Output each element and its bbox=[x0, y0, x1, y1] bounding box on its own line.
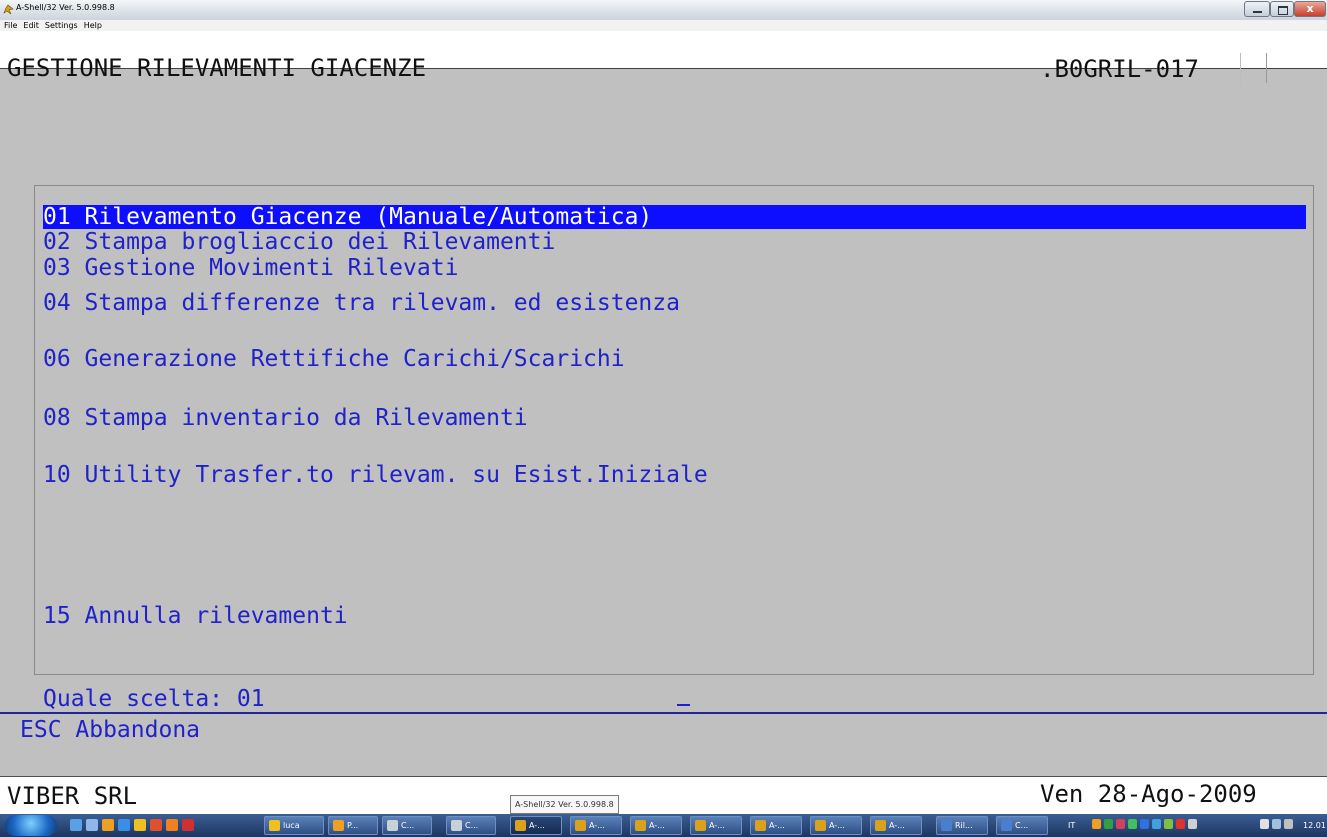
task-ashell-active[interactable]: A-... bbox=[510, 816, 562, 835]
bluetooth-icon[interactable] bbox=[1140, 819, 1149, 829]
app-icon bbox=[3, 4, 14, 15]
task-c2[interactable]: C... bbox=[446, 816, 496, 835]
monitor-icon[interactable] bbox=[1272, 819, 1281, 829]
menu-help[interactable]: Help bbox=[80, 20, 104, 31]
volume-icon[interactable] bbox=[1284, 819, 1293, 829]
taskbar: luca P... C... C... A-... A-... A-... A-… bbox=[0, 814, 1327, 837]
menu-option-15[interactable]: 15 Annulla rilevamenti bbox=[43, 604, 348, 628]
ashell-icon bbox=[815, 820, 826, 831]
company-name: VIBER SRL bbox=[7, 782, 138, 810]
minimize-button[interactable] bbox=[1244, 1, 1270, 17]
internet-explorer-icon[interactable] bbox=[118, 819, 130, 831]
ashell-icon bbox=[575, 820, 586, 831]
menu-bar: File Edit Settings Help bbox=[0, 20, 1327, 31]
document-icon bbox=[1001, 820, 1012, 831]
task-p[interactable]: P... bbox=[328, 816, 378, 835]
current-date: Ven 28-Ago-2009 bbox=[1040, 780, 1257, 808]
folder-icon[interactable] bbox=[134, 819, 146, 831]
menu-option-10[interactable]: 10 Utility Trasfer.to rilevam. su Esist.… bbox=[43, 463, 708, 487]
ashell-icon bbox=[875, 820, 886, 831]
status-bar: VIBER SRL A-Shell/32 Ver. 5.0.998.8 Ven … bbox=[0, 776, 1327, 815]
text-cursor bbox=[677, 704, 690, 706]
tooltip: A-Shell/32 Ver. 5.0.998.8 bbox=[510, 795, 619, 814]
tray-icon-1[interactable] bbox=[1092, 819, 1101, 829]
ashell-icon bbox=[755, 820, 766, 831]
task-ashell-6[interactable]: A-... bbox=[810, 816, 862, 835]
menu-option-03[interactable]: 03 Gestione Movimenti Rilevati bbox=[43, 256, 458, 280]
task-c1[interactable]: C... bbox=[382, 816, 432, 835]
menu-option-08[interactable]: 08 Stampa inventario da Rilevamenti bbox=[43, 406, 528, 430]
ashell-icon bbox=[515, 820, 526, 831]
start-button[interactable] bbox=[5, 815, 57, 836]
task-luca[interactable]: luca bbox=[264, 816, 324, 835]
console-icon bbox=[451, 820, 462, 831]
menu-option-06[interactable]: 06 Generazione Rettifiche Carichi/Scaric… bbox=[43, 347, 625, 371]
document-icon bbox=[941, 820, 952, 831]
menu-option-02[interactable]: 02 Stampa brogliaccio dei Rilevamenti bbox=[43, 230, 555, 254]
tray-icon-4[interactable] bbox=[1128, 819, 1137, 829]
ashell-icon bbox=[695, 820, 706, 831]
tray-icon-2[interactable] bbox=[1104, 819, 1113, 829]
task-ashell-4[interactable]: A-... bbox=[690, 816, 742, 835]
esc-hint[interactable]: ESC Abbandona bbox=[20, 718, 200, 742]
tray-icon-8[interactable] bbox=[1176, 819, 1185, 829]
app-shortcut-icon[interactable] bbox=[182, 819, 194, 831]
page-title: GESTIONE RILEVAMENTI GIACENZE bbox=[7, 54, 427, 82]
console-icon bbox=[387, 820, 398, 831]
tray-icon-3[interactable] bbox=[1116, 819, 1125, 829]
maximize-button[interactable] bbox=[1270, 1, 1294, 17]
menu-edit[interactable]: Edit bbox=[19, 20, 41, 31]
header-field-box bbox=[1266, 53, 1327, 83]
header-divider bbox=[1240, 53, 1241, 85]
program-code: .B0GRIL-017 bbox=[1040, 55, 1199, 83]
tray-icon-7[interactable] bbox=[1164, 819, 1173, 829]
close-button[interactable]: x bbox=[1294, 1, 1326, 17]
choice-prompt[interactable]: Quale scelta: 01 bbox=[43, 687, 265, 711]
task-ashell-5[interactable]: A-... bbox=[750, 816, 802, 835]
window-title-bar[interactable]: A-Shell/32 Ver. 5.0.998.8 x bbox=[0, 0, 1327, 21]
tray-icon-6[interactable] bbox=[1152, 819, 1161, 829]
menu-option-04[interactable]: 04 Stampa differenze tra rilevam. ed esi… bbox=[43, 291, 680, 315]
folder-icon bbox=[269, 820, 280, 831]
media-icon[interactable] bbox=[150, 819, 162, 831]
clock[interactable]: 12.01 bbox=[1303, 816, 1326, 835]
prompt-divider bbox=[0, 712, 1327, 714]
outlook-icon[interactable] bbox=[102, 819, 114, 831]
switch-windows-icon[interactable] bbox=[86, 819, 98, 831]
task-ril[interactable]: Ril... bbox=[936, 816, 988, 835]
player-icon[interactable] bbox=[166, 819, 178, 831]
tray-icon-9[interactable] bbox=[1188, 819, 1197, 829]
menu-settings[interactable]: Settings bbox=[41, 20, 80, 31]
close-icon: x bbox=[1306, 2, 1314, 15]
language-indicator[interactable]: IT bbox=[1068, 816, 1075, 835]
program-header: GESTIONE RILEVAMENTI GIACENZE .B0GRIL-01… bbox=[0, 31, 1327, 85]
ashell-icon bbox=[635, 820, 646, 831]
outlook-icon bbox=[333, 820, 344, 831]
window-title: A-Shell/32 Ver. 5.0.998.8 bbox=[16, 3, 115, 12]
task-ashell-7[interactable]: A-... bbox=[870, 816, 922, 835]
task-c3[interactable]: C... bbox=[996, 816, 1048, 835]
show-desktop-icon[interactable] bbox=[70, 819, 82, 831]
menu-file[interactable]: File bbox=[0, 20, 19, 31]
task-ashell-3[interactable]: A-... bbox=[630, 816, 682, 835]
network-icon[interactable] bbox=[1260, 819, 1269, 829]
menu-option-01[interactable]: 01 Rilevamento Giacenze (Manuale/Automat… bbox=[43, 205, 1306, 229]
task-ashell-2[interactable]: A-... bbox=[570, 816, 622, 835]
